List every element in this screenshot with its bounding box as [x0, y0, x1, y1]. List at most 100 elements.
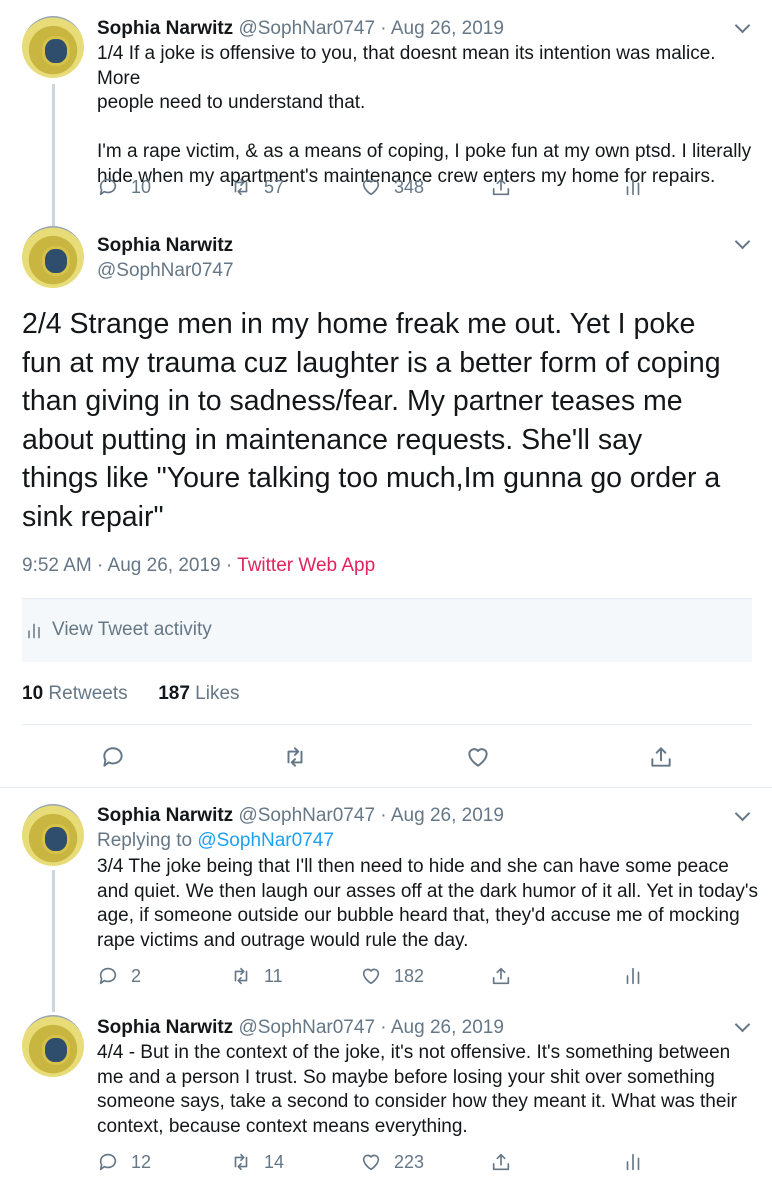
tweet-text-line: 3/4 The joke being that I'll then need t… [97, 856, 729, 877]
author-handle[interactable]: @SophNar0747 [238, 18, 375, 39]
tweet-stats: 10 Retweets 187 Likes [22, 682, 240, 706]
retweet-button[interactable] [282, 744, 320, 770]
tweet-text-line: 2/4 Strange men in my home freak me out.… [22, 308, 696, 340]
retweet-icon [234, 1153, 248, 1171]
analytics-icon [28, 623, 40, 639]
tweet-text-line: 4/4 - But in the context of the joke, it… [97, 1042, 731, 1063]
chevron-down-icon[interactable] [734, 1016, 751, 1033]
share-icon [492, 1153, 510, 1171]
tweet-text-line: someone says, take a second to consider … [97, 1091, 737, 1112]
tweet-text-line: sink repair" [22, 500, 164, 533]
share-icon [492, 967, 510, 985]
author-handle[interactable]: @SophNar0747 [238, 805, 375, 826]
tweet-activity-link[interactable]: View Tweet activity [22, 598, 752, 662]
avatar[interactable] [22, 1015, 84, 1077]
likes-label: Likes [195, 683, 240, 704]
reply-count: 2 [131, 965, 142, 986]
tweet-text-line: things like "Youre talking too much,Im g… [22, 462, 721, 494]
tweet-text-line: context, because context means everythin… [97, 1115, 468, 1137]
retweet-button[interactable]: 14 [230, 1151, 284, 1173]
tweet-time[interactable]: 9:52 AM · Aug 26, 2019 · [22, 555, 232, 576]
share-button[interactable] [490, 176, 524, 198]
tweet-date[interactable]: Aug 26, 2019 [391, 18, 504, 39]
thread-line [52, 870, 55, 1012]
analytics-icon [626, 1153, 640, 1171]
retweet-icon [234, 178, 248, 196]
share-icon [651, 747, 671, 767]
reply-count: 12 [131, 1151, 152, 1172]
tweet-header: Sophia Narwitz @SophNar0747 · Aug 26, 20… [97, 17, 504, 41]
tweet-activity-label: View Tweet activity [52, 619, 212, 640]
heart-icon [468, 748, 488, 767]
replying-to-label: Replying to [97, 830, 193, 851]
thread-line [52, 84, 55, 226]
like-button[interactable]: 348 [360, 176, 424, 198]
analytics-button[interactable] [622, 965, 656, 987]
tweet-text: 3/4 The joke being that I'll then need t… [97, 855, 762, 953]
like-count: 223 [394, 1151, 425, 1172]
retweet-button[interactable]: 11 [230, 965, 283, 987]
like-button[interactable]: 182 [360, 965, 424, 987]
retweet-icon [234, 967, 248, 985]
replying-to-handle[interactable]: @SophNar0747 [197, 830, 334, 851]
tweet-text-line: about putting in maintenance requests. S… [22, 423, 643, 456]
separator: · [380, 18, 387, 39]
tweet-text: 1/4 If a joke is offensive to you, that … [97, 42, 762, 189]
tweet-text: 2/4 Strange men in my home freak me out.… [22, 305, 762, 536]
retweet-icon [287, 747, 303, 767]
tweet-text-line: I'm a rape victim, & as a means of copin… [97, 141, 752, 162]
likes-stat[interactable]: 187 Likes [158, 683, 239, 704]
tweet-date[interactable]: Aug 26, 2019 [391, 805, 504, 826]
retweet-button[interactable]: 57 [230, 176, 284, 198]
like-count: 348 [394, 176, 425, 197]
chevron-down-icon[interactable] [734, 17, 751, 34]
tweet-date[interactable]: Aug 26, 2019 [391, 1017, 504, 1038]
like-button[interactable]: 223 [360, 1151, 424, 1173]
like-button[interactable] [465, 744, 503, 770]
reply-count: 10 [131, 176, 152, 197]
tweet-text-line: hide when my apartment's maintenance cre… [97, 165, 716, 187]
heart-icon [362, 179, 380, 196]
reply-button[interactable]: 12 [97, 1151, 151, 1173]
reply-icon [99, 178, 117, 196]
retweets-count: 10 [22, 683, 44, 704]
analytics-button[interactable] [622, 176, 656, 198]
share-button[interactable] [490, 1151, 524, 1173]
chevron-down-icon[interactable] [734, 233, 751, 250]
likes-count: 187 [158, 683, 190, 704]
retweets-label: Retweets [48, 683, 128, 704]
reply-icon [99, 1153, 117, 1171]
analytics-button[interactable] [622, 1151, 656, 1173]
author-handle[interactable]: @SophNar0747 [97, 259, 234, 283]
author-name[interactable]: Sophia Narwitz [97, 18, 233, 39]
divider [22, 724, 752, 725]
heart-icon [362, 1154, 380, 1171]
reply-button[interactable]: 2 [97, 965, 141, 987]
retweet-count: 14 [264, 1151, 285, 1172]
tweet-header: Sophia Narwitz @SophNar0747 · Aug 26, 20… [97, 1016, 504, 1040]
reply-button[interactable]: 10 [97, 176, 151, 198]
analytics-icon [626, 967, 640, 985]
author-name[interactable]: Sophia Narwitz [97, 1017, 233, 1038]
share-button[interactable] [648, 744, 686, 770]
tweet-text: 4/4 - But in the context of the joke, it… [97, 1041, 762, 1139]
like-count: 182 [394, 965, 425, 986]
avatar[interactable] [22, 226, 84, 288]
author-handle[interactable]: @SophNar0747 [238, 1017, 375, 1038]
tweet-source[interactable]: Twitter Web App [237, 555, 375, 576]
tweet-text-line: than giving in to sadness/fear. My partn… [22, 385, 683, 417]
chevron-down-icon[interactable] [734, 805, 751, 822]
share-button[interactable] [490, 965, 524, 987]
author-name[interactable]: Sophia Narwitz [97, 234, 233, 258]
tweet-text-line: and quiet. We then laugh our asses off a… [97, 880, 758, 902]
author-name[interactable]: Sophia Narwitz [97, 805, 233, 826]
avatar[interactable] [22, 804, 84, 866]
retweets-stat[interactable]: 10 Retweets [22, 683, 128, 704]
retweet-count: 57 [264, 176, 285, 197]
separator: · [380, 805, 387, 826]
share-icon [492, 178, 510, 196]
avatar[interactable] [22, 16, 84, 78]
reply-button[interactable] [100, 744, 138, 770]
reply-icon [103, 747, 123, 767]
divider [0, 787, 772, 788]
